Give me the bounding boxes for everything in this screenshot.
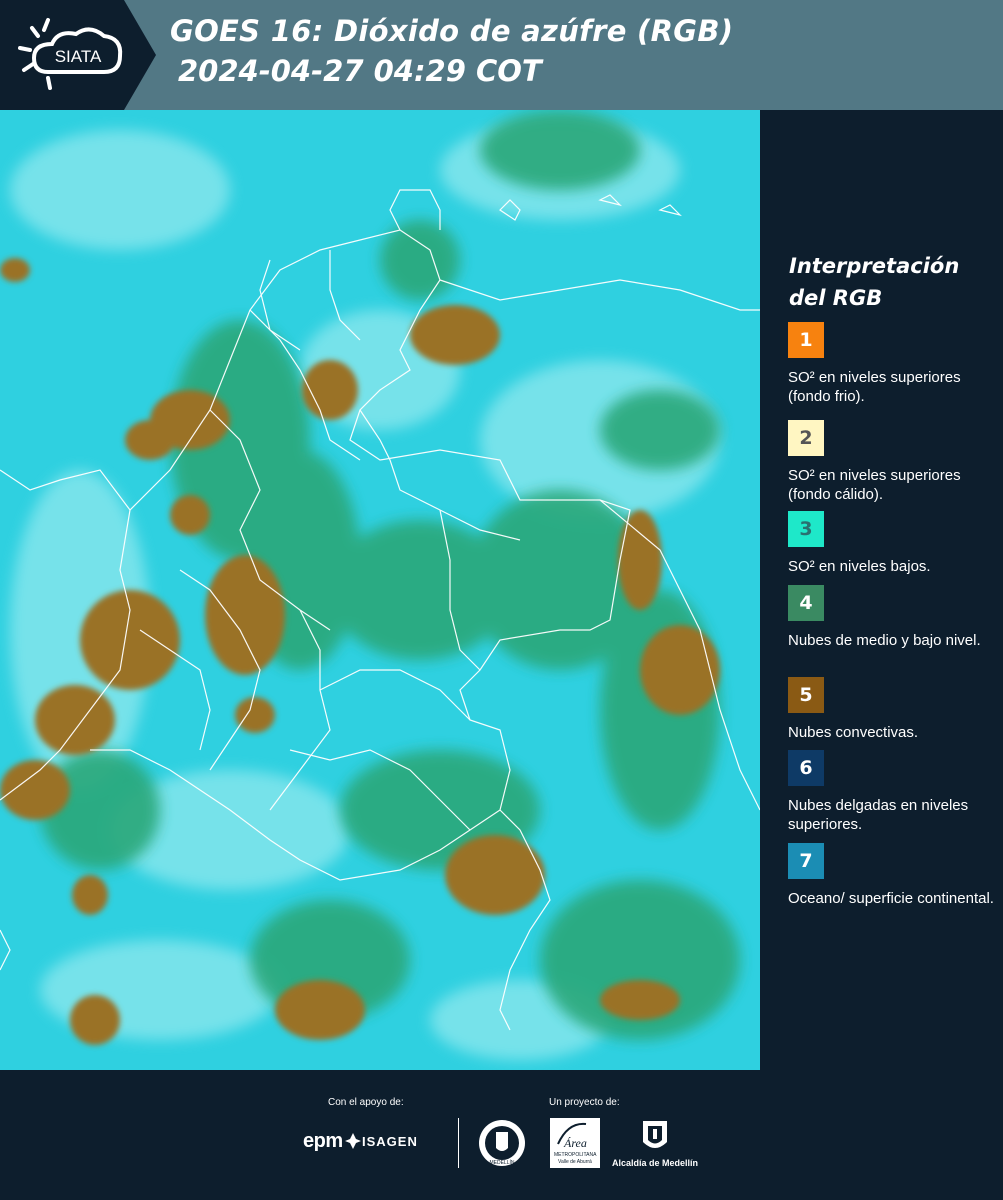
isagen-logo[interactable]: ISAGEN: [362, 1134, 418, 1149]
legend-item-5: 5 Nubes convectivas.: [788, 677, 998, 742]
footer-divider: [458, 1118, 459, 1168]
legend-item-1: 1 SO² en niveles superiores (fondo frio)…: [788, 322, 998, 406]
legend-title: Interpretación del RGB: [789, 250, 989, 314]
medellin-seal-logo[interactable]: MEDELLÍN: [477, 1118, 527, 1168]
support-label: Con el apoyo de:: [328, 1097, 404, 1108]
legend-panel: Interpretación del RGB 1 SO² en niveles …: [760, 110, 1003, 1070]
legend-swatch: 3: [788, 511, 824, 547]
observation-datetime: 2024-04-27 04:29 COT: [178, 54, 542, 88]
legend-item-label: Oceano/ superficie continental.: [788, 890, 994, 907]
legend-swatch: 5: [788, 677, 824, 713]
legend-item-4: 4 Nubes de medio y bajo nivel.: [788, 585, 998, 650]
medellin-seal-text: MEDELLÍN: [489, 1159, 514, 1166]
legend-title-line2: del RGB: [789, 286, 883, 310]
alcaldia-coat-of-arms-icon: [643, 1121, 667, 1148]
area-logo-subtext2: Valle de Aburrá: [558, 1159, 592, 1165]
legend-item-7: 7 Oceano/ superficie continental.: [788, 843, 998, 908]
project-label: Un proyecto de:: [549, 1097, 620, 1108]
legend-item-6: 6 Nubes delgadas en niveles superiores.: [788, 750, 998, 834]
legend-swatch: 7: [788, 843, 824, 879]
satellite-map[interactable]: [0, 110, 760, 1070]
legend-swatch: 1: [788, 322, 824, 358]
legend-item-label: SO² en niveles bajos.: [788, 558, 931, 575]
legend-item-label: Nubes convectivas.: [788, 724, 919, 741]
legend-swatch: 4: [788, 585, 824, 621]
header-bar: SIATA GOES 16: Dióxido de azúfre (RGB) 2…: [0, 0, 1003, 110]
siata-logo[interactable]: SIATA: [0, 0, 156, 110]
alcaldia-logo-text[interactable]: Alcaldía de Medellín: [612, 1158, 698, 1168]
legend-item-label: Nubes delgadas en niveles superiores.: [788, 797, 969, 833]
legend-item-2: 2 SO² en niveles superiores (fondo cálid…: [788, 420, 998, 507]
epm-logo[interactable]: epm: [303, 1130, 343, 1153]
siata-logo-text: SIATA: [55, 47, 102, 66]
footer: Con el apoyo de: Un proyecto de: epm ISA…: [0, 1070, 1003, 1200]
legend-item-3: 3 SO² en niveles bajos.: [788, 511, 998, 576]
legend-swatch: 2: [788, 420, 824, 456]
legend-item-label: SO² en niveles superiores (fondo frio).: [788, 369, 961, 405]
legend-item-label: Nubes de medio y bajo nivel.: [788, 632, 981, 649]
legend-swatch: 6: [788, 750, 824, 786]
area-metropolitana-logo[interactable]: Área METROPOLITANA Valle de Aburrá: [550, 1118, 600, 1168]
area-logo-subtext: METROPOLITANA: [554, 1152, 597, 1158]
isagen-icon: [345, 1133, 361, 1149]
legend-item-label: SO² en niveles superiores (fondo cálido)…: [788, 467, 961, 503]
area-logo-text: Área: [564, 1136, 587, 1150]
legend-title-line1: Interpretación: [789, 254, 960, 278]
page-title: GOES 16: Dióxido de azúfre (RGB): [170, 14, 734, 48]
